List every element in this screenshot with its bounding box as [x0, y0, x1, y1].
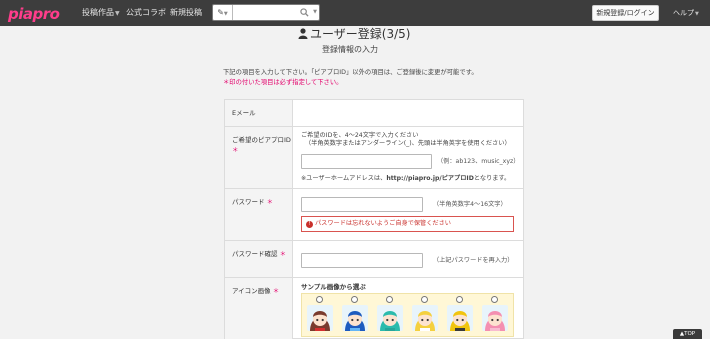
page-subtitle: 登録情報の入力 [322, 45, 378, 54]
chevron-down-icon[interactable]: ▼ [311, 5, 319, 20]
avatar-radio[interactable] [421, 296, 428, 303]
email-label-text: Eメール [232, 109, 256, 117]
page-title: ユーザー登録(3/5) [298, 27, 410, 41]
password-warning: ! パスワードは忘れないようご自身で保管ください [301, 216, 514, 232]
avatar-radio[interactable] [491, 296, 498, 303]
piapro-id-row: ご希望のピアプロID ＊ ご希望のIDを、4～24文字で入力ください （半角英数字… [225, 127, 523, 189]
piapro-id-instruction: ご希望のIDを、4～24文字で入力ください [301, 132, 419, 139]
nav-item-label: 新規投稿 [170, 8, 202, 17]
search-type-dropdown[interactable]: ✎▼ [213, 5, 233, 20]
avatar-radio[interactable] [456, 296, 463, 303]
avatar-radio[interactable] [316, 296, 323, 303]
piapro-id-label-text: ご希望のピアプロID [232, 136, 291, 144]
avatar-option-kaito[interactable] [342, 296, 368, 336]
chevron-down-icon: ▼ [695, 11, 699, 17]
instruction-note: 下記の項目を入力して下さい。「ピアプロID」以外の項目は、ご登録後に変更が可能で… [223, 69, 478, 76]
pencil-icon: ✎ [217, 8, 224, 17]
password-input[interactable] [301, 197, 423, 212]
page-title-text: ユーザー登録(3/5) [310, 27, 411, 41]
chevron-down-icon: ▼ [115, 10, 120, 17]
home-url-example: http://piapro.jp/ピアプロID [386, 175, 474, 182]
password-confirm-hint: （上記パスワードを再入力） [433, 257, 514, 264]
password-confirm-row: パスワード確認 ＊ （上記パスワードを再入力） [225, 241, 523, 278]
icon-label-text: アイコン画像 [232, 287, 271, 295]
sample-icons-box [301, 293, 514, 337]
avatar-radio[interactable] [386, 296, 393, 303]
search-bar: ✎▼ ▼ [212, 4, 320, 21]
required-note: ＊印の付いた項目は必ず指定して下さい。 [223, 79, 343, 86]
password-confirm-label-text: パスワード確認 [232, 250, 278, 258]
nav-item-works-label: 投稿作品 [82, 8, 114, 17]
password-hint: （半角英数字4～16文字） [433, 201, 507, 208]
avatar-image [447, 305, 473, 331]
piapro-id-input[interactable] [301, 154, 432, 169]
password-label: パスワード ＊ [225, 189, 293, 240]
avatar-option-miku[interactable] [377, 296, 403, 336]
top-bar: piapro 投稿作品▼ 公式コラボ 新規投稿 ✎▼ ▼ 新規登録/ログイン ヘ… [0, 0, 710, 26]
nav-item-works[interactable]: 投稿作品▼ [82, 0, 120, 26]
avatar-option-rin[interactable] [412, 296, 438, 336]
avatar-option-len[interactable] [447, 296, 473, 336]
sample-icons-title: サンプル画像から選ぶ [301, 283, 366, 291]
search-input[interactable] [234, 5, 306, 20]
avatar-image [342, 305, 368, 331]
required-mark: ＊ [272, 287, 280, 295]
required-mark: ＊ [266, 198, 274, 206]
nav-item-new-post[interactable]: 新規投稿 [170, 0, 202, 26]
home-url-note-prefix: ※ユーザーホームアドレスは、 [301, 175, 387, 182]
piapro-id-instruction-detail: （半角英数字またはアンダーライン(_)、先頭は半角英字を使用ください） [305, 140, 511, 147]
password-row: パスワード ＊ （半角英数字4～16文字） ! パスワードは忘れないようご自身で保… [225, 189, 523, 241]
avatar-option-luka[interactable] [482, 296, 508, 336]
help-menu[interactable]: ヘルプ▼ [673, 0, 699, 26]
home-url-note-suffix: となります。 [473, 175, 511, 182]
search-icon[interactable] [300, 8, 309, 17]
logo[interactable]: piapro [8, 4, 70, 23]
password-label-text: パスワード [232, 198, 265, 206]
avatar-image [307, 305, 333, 331]
user-icon [298, 28, 308, 39]
signup-login-button[interactable]: 新規登録/ログイン [592, 5, 659, 21]
piapro-id-label: ご希望のピアプロID ＊ [225, 127, 293, 188]
registration-form: Eメール ご希望のピアプロID ＊ ご希望のIDを、4～24文字で入力ください （… [224, 99, 524, 339]
nav-item-label: 公式コラボ [126, 8, 166, 17]
required-mark: ＊ [232, 146, 239, 154]
nav-item-official-collab[interactable]: 公式コラボ [126, 0, 166, 26]
home-url-note: ※ユーザーホームアドレスは、http://piapro.jp/ピアプロIDとなり… [301, 175, 510, 183]
piapro-id-example: （例：ab123、music_xyz） [437, 158, 520, 165]
password-confirm-input[interactable] [301, 253, 423, 268]
avatar-radio[interactable] [351, 296, 358, 303]
avatar-image [377, 305, 403, 331]
alert-icon: ! [306, 221, 313, 228]
email-label: Eメール [225, 100, 293, 126]
password-warning-text: パスワードは忘れないようご自身で保管ください [315, 220, 451, 227]
icon-row: アイコン画像 ＊ サンプル画像から選ぶ [225, 278, 523, 339]
avatar-image [482, 305, 508, 331]
logo-text: piapro [8, 5, 60, 23]
avatar-option-meiko[interactable] [307, 296, 333, 336]
avatar-image [412, 305, 438, 331]
help-label: ヘルプ [673, 9, 694, 17]
back-to-top-button[interactable]: ▲TOP [673, 329, 702, 339]
chevron-down-icon: ▼ [223, 11, 228, 17]
required-mark: ＊ [279, 250, 287, 258]
email-row: Eメール [225, 100, 523, 127]
icon-label: アイコン画像 ＊ [225, 278, 293, 339]
password-confirm-label: パスワード確認 ＊ [225, 241, 293, 277]
